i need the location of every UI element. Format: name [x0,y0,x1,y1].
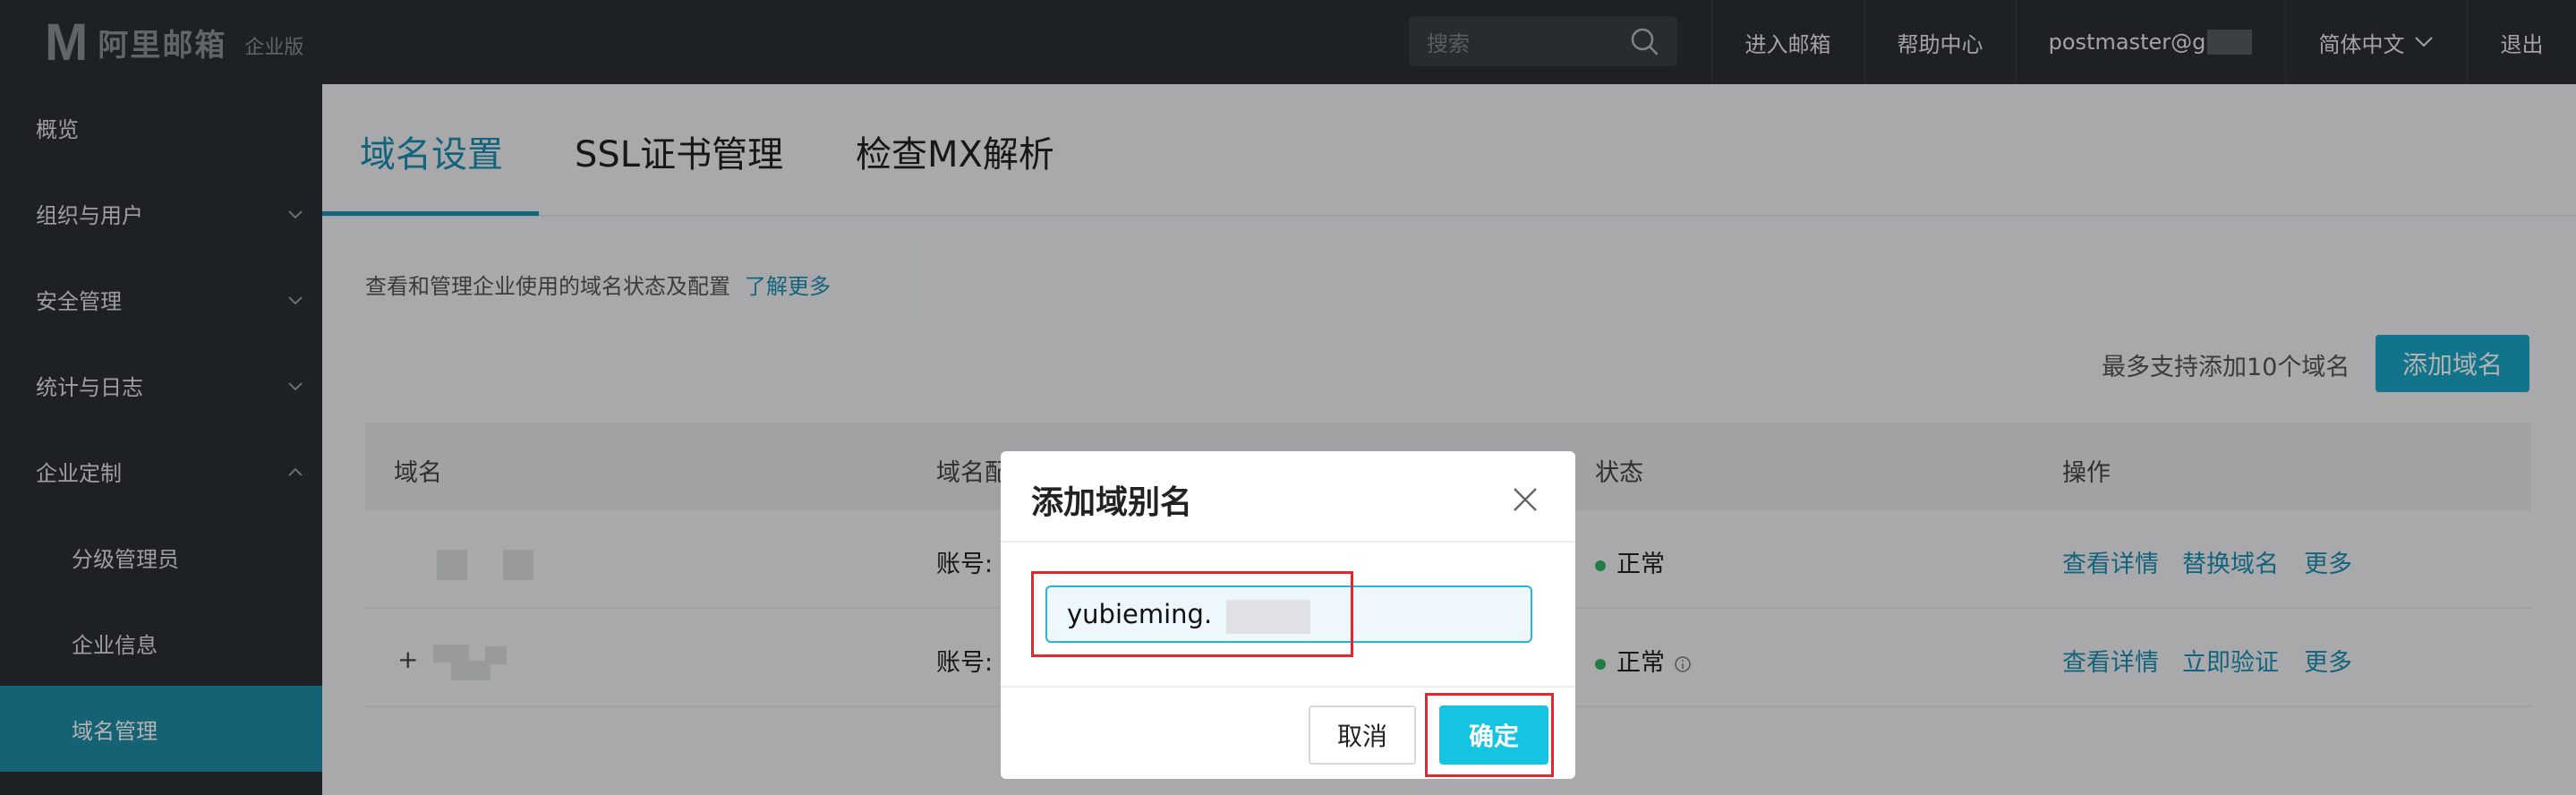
divider [1001,541,1575,543]
cancel-button[interactable]: 取消 [1309,705,1416,765]
dialog-title: 添加域别名 [1031,484,1193,521]
highlight-box-input [1031,571,1353,657]
close-icon[interactable] [1509,483,1541,516]
highlight-box-confirm [1425,693,1554,777]
divider [1001,686,1575,688]
